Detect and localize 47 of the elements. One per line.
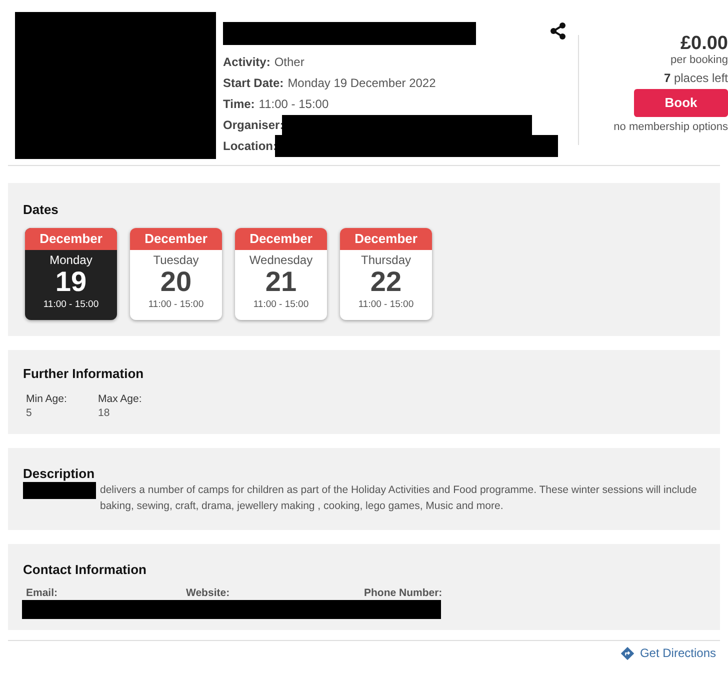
day-number: 20 [160,268,192,296]
section-heading: Contact Information [23,561,146,579]
detail-value: Other [274,54,304,70]
day-number: 22 [370,268,402,296]
detail-label: Start Date: [223,74,284,92]
date-card[interactable]: December Monday 19 11:00 - 15:00 [25,228,117,320]
field-label: Max Age: [98,392,143,406]
section-heading: Description [23,465,95,483]
day-number: 19 [55,268,87,296]
field-label: Min Age: [26,392,68,406]
detail-value: Monday 19 December 2022 [288,74,436,92]
month-header: December [340,228,432,250]
section-heading: Further Information [23,365,144,383]
weekday: Thursday [360,252,412,268]
price: £0.00 [680,34,728,54]
date-card[interactable]: December Wednesday 21 11:00 - 15:00 [235,228,327,320]
field-value: 5 [26,406,33,420]
membership-note: no membership options [614,120,728,135]
detail-label: Location: [223,138,277,154]
weekday: Monday [50,252,92,268]
field-value: 18 [98,406,111,420]
month-header: December [130,228,222,250]
detail-label: Activity: [223,54,270,70]
time-range: 11:00 - 15:00 [358,298,414,312]
time-range: 11:00 - 15:00 [253,298,309,312]
time-range: 11:00 - 15:00 [43,298,99,312]
detail-label: Time: [223,96,255,112]
time-range: 11:00 - 15:00 [148,298,204,312]
contact-label: Email: [26,586,59,601]
share-icon[interactable] [550,22,566,40]
book-button[interactable]: Book [634,89,728,117]
detail-label: Organiser: [223,116,284,134]
contact-label: Website: [186,586,231,601]
directions-link[interactable]: Get Directions [620,644,716,662]
contact-label: Phone Number: [364,586,444,601]
month-header: December [25,228,117,250]
price-note: per booking [670,54,728,67]
date-card[interactable]: December Thursday 22 11:00 - 15:00 [340,228,432,320]
places-left: 7 places left [664,70,728,87]
section-heading: Dates [23,201,58,219]
month-header: December [235,228,327,250]
day-number: 21 [265,268,297,296]
description-text: delivers a number of camps for children as part of the Holiday Activities and Food programme. These winter sessions will include baking, sewing, craft, drama, jewellery making , cooking, lego games, Music and more. [100,483,698,514]
date-card[interactable]: December Tuesday 20 11:00 - 15:00 [130,228,222,320]
detail-value: 11:00 - 15:00 [258,96,329,112]
weekday: Wednesday [249,252,313,268]
weekday: Tuesday [153,252,199,268]
